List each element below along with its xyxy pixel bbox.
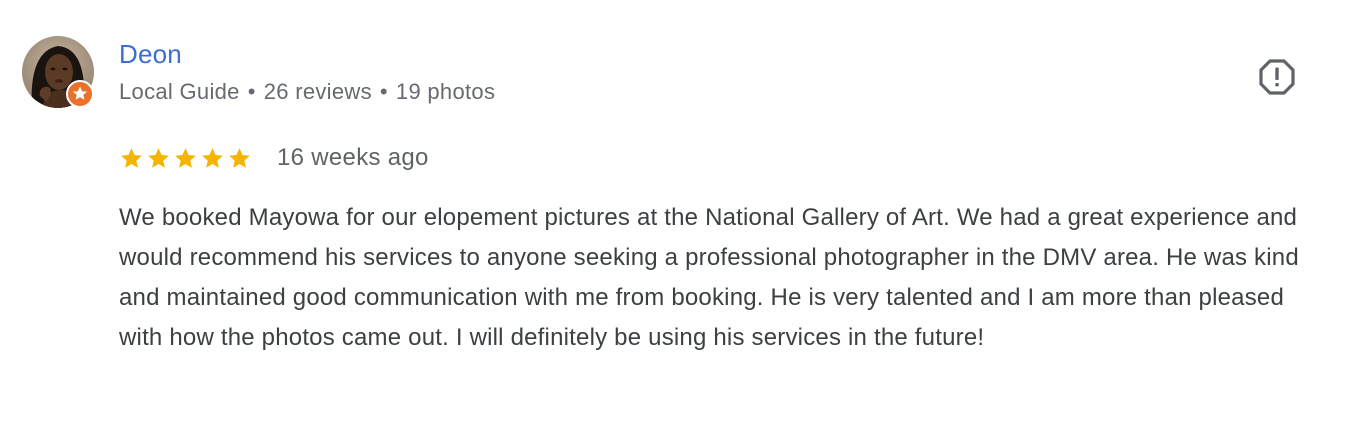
star-icon	[121, 147, 142, 168]
local-guide-label: Local Guide	[119, 79, 240, 104]
photo-count: 19 photos	[395, 79, 496, 104]
review-date: 16 weeks ago	[277, 144, 429, 171]
star-icon	[202, 147, 223, 168]
review-count: 26 reviews	[263, 79, 372, 104]
report-review-button[interactable]	[1256, 56, 1298, 98]
star-rating	[119, 146, 252, 171]
author-meta: Local Guide • 26 reviews • 19 photos	[119, 79, 495, 105]
report-flag-icon	[1259, 59, 1295, 95]
author-name[interactable]: Deon	[119, 39, 182, 70]
star-icon	[229, 147, 250, 168]
review-card: Deon Local Guide • 26 reviews • 19 photos 16…	[0, 0, 1358, 444]
meta-separator: •	[247, 79, 256, 104]
star-icon	[175, 147, 196, 168]
star-icon	[148, 147, 169, 168]
local-guide-badge	[66, 80, 94, 108]
review-text: We booked Mayowa for our elopement pictu…	[119, 204, 1299, 351]
rating-row: 16 weeks ago	[119, 141, 429, 175]
local-guide-star-icon	[66, 80, 94, 108]
meta-separator: •	[379, 79, 388, 104]
